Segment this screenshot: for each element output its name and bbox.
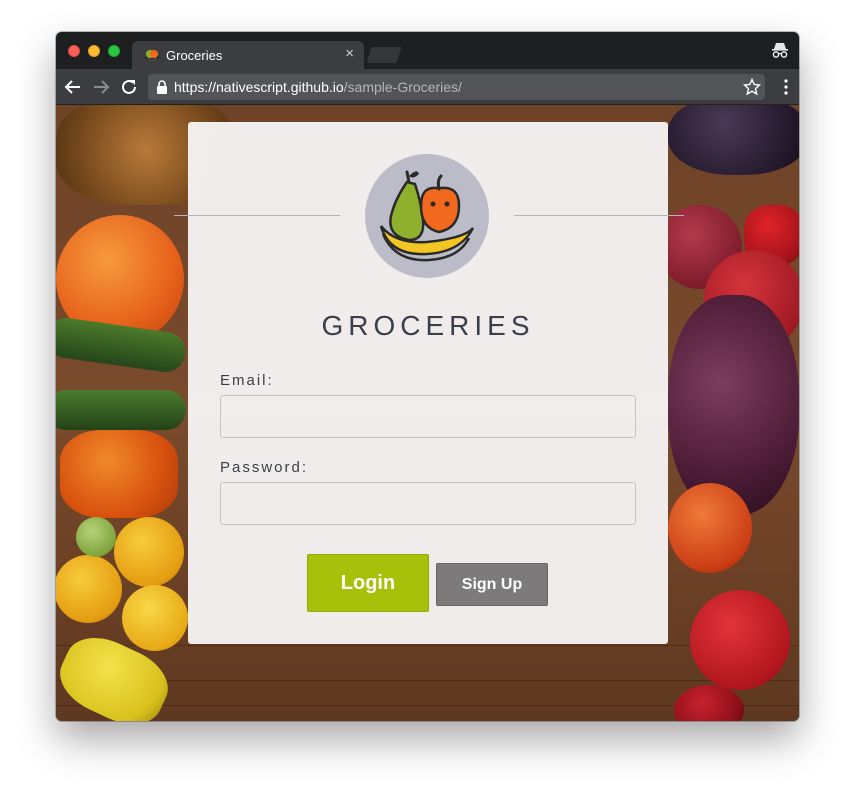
back-arrow-icon[interactable] [64,78,82,96]
lock-icon [157,80,167,94]
tab-title: Groceries [166,48,223,63]
app-name: GROCERIES [321,310,535,341]
browser-toolbar: https://nativescript.github.io/sample-Gr… [56,69,799,105]
sign-up-button[interactable]: Sign Up [436,563,548,606]
apple-image [668,483,752,573]
close-tab-icon[interactable]: × [345,46,354,62]
divider-line [174,215,340,216]
tomato-image [56,555,122,623]
minimize-window-button[interactable] [88,45,100,57]
bookmark-star-icon[interactable] [743,78,761,96]
browser-window: Groceries × https://nativescript.github.… [56,32,799,721]
cucumber-image [56,390,186,430]
login-card: GROCERIES Email: Password: Login Sign Up [174,122,684,644]
password-field[interactable] [220,482,636,525]
email-label: Email: [220,372,274,389]
groceries-logo-icon [365,154,489,278]
email-field[interactable] [220,395,636,438]
divider-line [514,215,684,216]
tab-groceries[interactable]: Groceries × [132,41,364,69]
groceries-favicon-icon [144,50,160,62]
url-host: https://nativescript.github.io [174,79,344,95]
incognito-icon [772,43,788,58]
browser-menu-icon[interactable] [783,78,789,96]
tomato-image [122,585,188,651]
grapes-image [668,295,799,515]
maximize-window-button[interactable] [108,45,120,57]
password-label: Password: [220,459,309,476]
grape-image [76,517,116,557]
page-background: GROCERIES Email: Password: Login Sign Up [56,105,799,721]
url-path: /sample-Groceries/ [343,79,462,95]
apple-image [690,590,790,690]
wood-grain [56,680,799,681]
close-window-button[interactable] [68,45,80,57]
pepper-image [60,430,178,518]
reload-icon[interactable] [120,78,138,96]
title-bar: Groceries × [56,32,799,69]
url-text: https://nativescript.github.io/sample-Gr… [174,79,462,95]
new-tab-button[interactable] [366,47,402,63]
eggplant-image [668,105,799,175]
tomato-image [114,517,184,587]
login-button[interactable]: Login [307,554,429,612]
forward-arrow-icon[interactable] [92,78,110,96]
apple-image [674,685,744,721]
address-bar[interactable]: https://nativescript.github.io/sample-Gr… [148,74,765,100]
